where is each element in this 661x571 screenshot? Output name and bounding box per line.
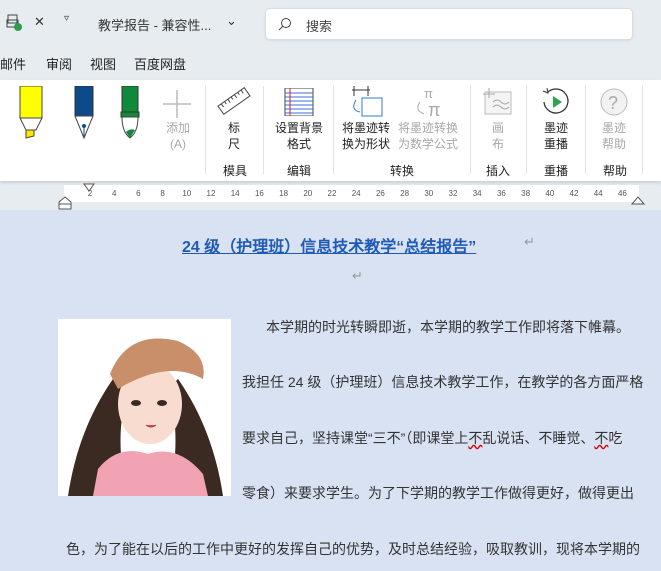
ruler-tick-label: 22 [327, 189, 337, 198]
tab-mailings[interactable]: 邮件 [0, 54, 26, 73]
add-pen-shortcut: (A) [170, 137, 186, 151]
ruler-tick-label: 28 [400, 189, 410, 198]
separator [205, 86, 206, 174]
spelling-flag: 不 [468, 430, 483, 446]
group-label-convert: 转换 [390, 164, 415, 178]
ruler-tick-label: 30 [424, 189, 434, 198]
ink-replay-label-1[interactable]: 墨迹 [538, 120, 574, 136]
help-icon[interactable]: ? [599, 87, 629, 117]
tab-review[interactable]: 审阅 [46, 54, 72, 73]
body-line-5: 色，为了能在以后的工作中更好的发挥自己的优势，及时总结经验，吸取教训，现将本学期… [66, 541, 640, 557]
body-line-4: 零食）来要求学生。为了下学期的教学工作做得更好，做得更出 [242, 485, 634, 501]
ruler-tick-label: 8 [160, 189, 165, 198]
ink-to-math-label-1[interactable]: 将墨迹转换 [396, 120, 460, 136]
add-pen-icon[interactable] [163, 90, 191, 118]
ruler-tick-label: 24 [351, 189, 361, 198]
horizontal-ruler[interactable]: 2 4 6 8 10 12 14 16 18 20 22 24 26 28 30 32 34 36 38 40 42 44… [64, 185, 639, 202]
group-label-stencils: 模具 [223, 164, 248, 178]
ruler-tick-label: 14 [230, 189, 240, 198]
ruler-tick-label: 20 [303, 189, 313, 198]
right-indent-marker[interactable] [631, 195, 645, 205]
left-indent-marker[interactable] [58, 196, 72, 210]
ruler-label-1[interactable]: 标 [224, 120, 244, 136]
ruler-tick-label: 6 [136, 189, 141, 198]
group-label-insert: 插入 [486, 164, 511, 178]
chevron-down-icon[interactable]: ⌄ [226, 13, 237, 29]
ruler-label-2[interactable]: 尺 [224, 136, 244, 152]
search-input[interactable]: 搜索 [265, 8, 633, 40]
add-pen-label[interactable]: 添加 [160, 120, 196, 136]
highlighter-yellow-icon[interactable] [18, 86, 52, 141]
ruler-tick-label: 38 [521, 189, 531, 198]
text-run: 要求自己，坚持课堂“三不”（即课堂上 [242, 430, 469, 446]
search-placeholder: 搜索 [306, 19, 333, 34]
ruler-icon[interactable] [216, 86, 252, 116]
ink-to-shape-icon[interactable] [350, 86, 384, 118]
first-line-indent-marker[interactable] [83, 183, 95, 193]
quick-access-dropdown-icon[interactable]: ▿ [64, 13, 69, 24]
ruler-tick-label: 12 [206, 189, 216, 198]
separator [526, 86, 527, 174]
document-page[interactable]: 24 级（护理班）信息技术教学“总结报告” ↵ ↵ 本学期的时光转瞬即逝，本学期… [0, 210, 661, 571]
title-text: 24 级（护理班）信息技术教学“总结报告” [182, 239, 477, 256]
ruler-tick-label: 40 [545, 189, 555, 198]
pen-blue-icon[interactable] [72, 86, 98, 141]
canvas-label-2[interactable]: 布 [488, 136, 508, 152]
paragraph-mark: ↵ [524, 234, 535, 249]
document-title-heading: 24 级（护理班）信息技术教学“总结报告” [182, 233, 476, 257]
ruler-tick-label: 36 [496, 189, 506, 198]
ink-replay-label-2[interactable]: 重播 [538, 136, 574, 152]
separator [642, 86, 643, 174]
ruler-tick-label: 10 [182, 189, 192, 198]
paragraph-mark: ↵ [352, 268, 363, 283]
portrait-image[interactable] [58, 319, 231, 496]
ink-to-math-label-2[interactable]: 为数学公式 [396, 136, 460, 152]
ruler-tick-label: 26 [375, 189, 385, 198]
save-cloud-icon[interactable] [6, 14, 22, 32]
svg-text:?: ? [608, 93, 618, 113]
group-label-help: 帮助 [603, 164, 628, 178]
close-icon[interactable]: ✕ [34, 14, 45, 30]
body-line-3: 要求自己，坚持课堂“三不”（即课堂上不乱说话、不睡觉、不吃 [242, 428, 622, 448]
ruler-tick-label: 44 [593, 189, 603, 198]
svg-text:π: π [428, 100, 440, 118]
separator [263, 86, 264, 174]
search-icon [278, 18, 291, 31]
background-format-label-1[interactable]: 设置背景 [270, 120, 328, 136]
document-title: 教学报告 - 兼容性... [98, 18, 212, 33]
group-label-replay: 重播 [544, 164, 569, 178]
body-line-1: 本学期的时光转瞬即逝，本学期的教学工作即将落下帷幕。 [266, 319, 630, 335]
group-label-edit: 编辑 [287, 164, 312, 178]
svg-text:π: π [424, 86, 433, 101]
ruler-tick-label: 34 [472, 189, 482, 198]
text-run: 乱说话、不睡觉、 [482, 430, 595, 446]
ruler-tick-label: 42 [569, 189, 579, 198]
pen-green-icon[interactable] [118, 86, 144, 141]
ink-to-shape-label-1[interactable]: 将墨迹转 [338, 120, 394, 136]
background-format-icon[interactable] [284, 88, 314, 116]
separator [333, 86, 334, 174]
separator [470, 86, 471, 174]
background-format-label-2[interactable]: 格式 [270, 136, 328, 152]
text-run: 吃 [608, 430, 623, 446]
canvas-icon[interactable] [483, 88, 513, 116]
title-bar: ✕ ▿ 教学报告 - 兼容性... ⌄ 搜索 [0, 0, 661, 45]
ribbon-tabs: 邮件 审阅 视图 百度网盘 [0, 46, 661, 78]
tab-view[interactable]: 视图 [90, 54, 116, 73]
ruler-tick-label: 16 [254, 189, 264, 198]
body-line-2: 我担任 24 级（护理班）信息技术教学工作，在教学的各方面严格 [242, 374, 644, 390]
ink-to-math-icon[interactable]: ππ [414, 86, 448, 118]
canvas-label-1[interactable]: 画 [488, 120, 508, 136]
spelling-flag: 不 [594, 430, 609, 446]
ink-to-shape-label-2[interactable]: 换为形状 [338, 136, 394, 152]
ink-help-label-1[interactable]: 墨迹 [596, 120, 632, 136]
ink-replay-icon[interactable] [541, 87, 571, 117]
ruler-tick-label: 18 [279, 189, 289, 198]
separator [585, 86, 586, 174]
ruler-tick-label: 46 [617, 189, 627, 198]
tab-baidu-netdisk[interactable]: 百度网盘 [134, 54, 186, 73]
ink-help-label-2[interactable]: 帮助 [596, 136, 632, 152]
ruler-tick-label: 4 [111, 189, 117, 198]
ruler-tick-label: 32 [448, 189, 458, 198]
